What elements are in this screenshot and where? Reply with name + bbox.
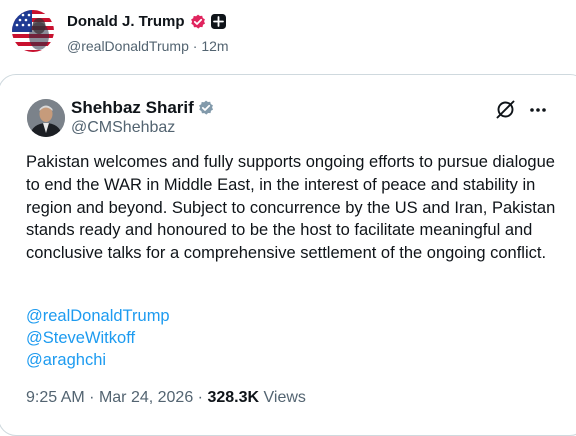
mention-link[interactable]: @SteveWitkoff [26, 329, 135, 348]
post-date[interactable]: Mar 24, 2026 [99, 389, 193, 406]
quoted-author-handle[interactable]: @CMShehbaz [71, 119, 175, 137]
quoted-avatar[interactable] [27, 99, 65, 137]
person-avatar-icon [27, 99, 65, 137]
flag-avatar-icon [12, 10, 54, 52]
quoted-actions [496, 100, 547, 119]
meta-separator: · [192, 38, 198, 54]
grok-icon[interactable] [496, 100, 515, 119]
avatar[interactable] [12, 10, 54, 52]
quoted-post-body: Pakistan welcomes and fully supports ong… [26, 153, 556, 263]
verified-badge-icon [198, 100, 213, 115]
post-time[interactable]: 9:25 AM [26, 389, 85, 406]
author-name-row: Donald J. Trump [67, 13, 226, 30]
meta-separator: · [197, 389, 203, 406]
verified-badge-icon [190, 14, 205, 29]
post-time-ago[interactable]: 12m [201, 38, 228, 54]
meta-separator: · [89, 389, 95, 406]
quoted-post-meta: 9:25 AM · Mar 24, 2026 · 328.3K Views [26, 389, 306, 407]
quoted-name-row: Shehbaz Sharif [71, 98, 214, 118]
views-label: Views [263, 389, 306, 406]
author-name[interactable]: Donald J. Trump [67, 13, 185, 30]
affiliate-badge-icon [210, 14, 226, 29]
more-icon[interactable] [529, 107, 547, 113]
mention-link[interactable]: @araghchi [26, 351, 106, 370]
quoted-author-name[interactable]: Shehbaz Sharif [71, 98, 194, 118]
mention-link[interactable]: @realDonaldTrump [26, 307, 170, 326]
author-handle[interactable]: @realDonaldTrump [67, 38, 189, 54]
author-meta: @realDonaldTrump · 12m [67, 38, 229, 54]
views-count: 328.3K [207, 389, 260, 406]
quoted-post-card[interactable]: Shehbaz Sharif @CMShehbaz Pakistan welco… [0, 74, 576, 436]
post-header: Donald J. Trump @realDonaldTrump · 12m [12, 8, 564, 56]
